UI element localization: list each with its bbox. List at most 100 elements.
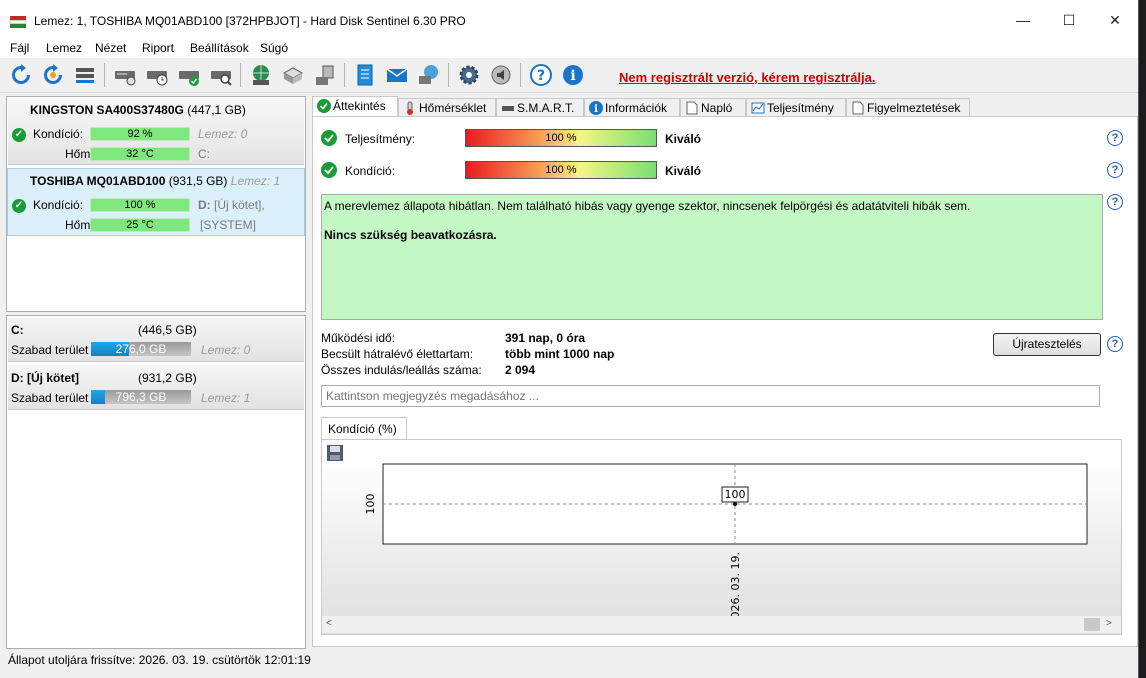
performance-ok-icon xyxy=(321,130,337,146)
network-icon[interactable] xyxy=(416,62,442,88)
toolbar-separator xyxy=(520,63,521,87)
partition-card-c[interactable]: C: (446,5 GB) Szabad terület 276,0 GB Le… xyxy=(8,317,304,362)
status-description: A merevlemez állapota hibátlan. Nem talá… xyxy=(324,199,971,213)
scroll-left-icon[interactable]: < xyxy=(326,618,332,629)
partition-letter: D: xyxy=(198,198,211,212)
disk-surface-test-icon[interactable] xyxy=(112,62,138,88)
toolbar-separator xyxy=(344,63,345,87)
x-tick-label: 2026. 03. 19. xyxy=(729,552,742,618)
tab-bar: Áttekintés Hőmérséklet S.M.A.R.T. i Info… xyxy=(312,96,1138,117)
toolbar: ? i Nem regisztrált verzió, kérem regisz… xyxy=(0,58,1138,93)
disk-schedule-icon[interactable] xyxy=(144,62,170,88)
disk-list-icon[interactable] xyxy=(72,62,98,88)
partition-name: C: xyxy=(11,323,24,337)
tab-smart[interactable]: S.M.A.R.T. xyxy=(496,98,584,116)
disk-card-toshiba[interactable]: TOSHIBA MQ01ABD100 (931,5 GB) Lemez: 1 ✓… xyxy=(7,168,305,236)
scroll-right-icon[interactable]: > xyxy=(1106,618,1112,629)
partition-list-panel: C: (446,5 GB) Szabad terület 276,0 GB Le… xyxy=(6,315,306,649)
tab-temperature[interactable]: Hőmérséklet xyxy=(398,98,496,116)
svg-text:i: i xyxy=(594,104,598,115)
status-bar: Állapot utoljára frissítve: 2026. 03. 19… xyxy=(0,650,1138,678)
close-button[interactable]: ✕ xyxy=(1092,0,1138,40)
usb-disk-icon[interactable] xyxy=(312,62,338,88)
condition-label: Kondíció: xyxy=(345,164,396,178)
condition-bar: 92 % xyxy=(90,127,190,141)
register-link[interactable]: Nem regisztrált verzió, kérem regisztrál… xyxy=(619,70,876,85)
partition-size: (446,5 GB) xyxy=(138,323,197,337)
tab-log[interactable]: Napló xyxy=(680,98,746,116)
report-icon[interactable] xyxy=(352,62,378,88)
menu-settings[interactable]: Beállítások xyxy=(190,41,249,55)
tab-label: Áttekintés xyxy=(333,99,386,113)
chart-tab-condition[interactable]: Kondíció (%) xyxy=(321,417,407,439)
partition-name: D: [Új kötet] xyxy=(11,371,79,385)
log-page-icon xyxy=(686,101,698,115)
title-bar: Lemez: 1, TOSHIBA MQ01ABD100 [372HPBJOT]… xyxy=(0,0,1138,40)
scrollbar-thumb[interactable] xyxy=(1084,618,1100,631)
menu-help[interactable]: Súgó xyxy=(260,41,288,55)
condition-bar: 100 % xyxy=(90,198,190,212)
start-stop-label: Összes indulás/leállás száma: xyxy=(321,363,482,377)
settings-gear-icon[interactable] xyxy=(456,62,482,88)
menu-file[interactable]: Fájl xyxy=(10,41,29,55)
help-icon[interactable]: ? xyxy=(1107,162,1123,178)
tab-label: Hőmérséklet xyxy=(419,101,487,115)
condition-rating: Kiváló xyxy=(665,164,702,178)
tab-label: Teljesítmény xyxy=(767,101,834,115)
menu-report[interactable]: Riport xyxy=(142,41,174,55)
free-space-bar: 276,0 GB xyxy=(91,342,191,356)
tab-performance[interactable]: Teljesítmény xyxy=(746,98,846,116)
retest-button[interactable]: Újratesztelés xyxy=(993,333,1101,356)
overview-panel: Teljesítmény: 100 % Kiváló ? Kondíció: 1… xyxy=(312,116,1138,647)
minimize-button[interactable]: — xyxy=(1000,0,1046,40)
condition-ok-icon xyxy=(321,162,337,178)
help-icon[interactable]: ? xyxy=(1107,336,1123,352)
chart-scrollbar[interactable]: < > xyxy=(322,616,1121,633)
partition-line: D: [Új kötet], xyxy=(198,198,265,212)
disk-size: (447,1 GB) xyxy=(187,103,246,117)
disk-number: Lemez: 1 xyxy=(230,174,281,188)
help-icon[interactable]: ? xyxy=(1107,130,1123,146)
partition-card-d[interactable]: D: [Új kötet] (931,2 GB) Szabad terület … xyxy=(8,365,304,410)
sound-icon[interactable] xyxy=(488,62,514,88)
tab-information[interactable]: i Információk xyxy=(584,98,680,116)
menu-bar: Fájl Lemez Nézet Riport Beállítások Súgó xyxy=(0,40,1138,58)
refresh-icon[interactable] xyxy=(8,62,34,88)
svg-text:?: ? xyxy=(537,68,545,84)
info-icon[interactable]: i xyxy=(560,62,586,88)
tab-alerts[interactable]: Figyelmeztetések xyxy=(846,98,970,116)
condition-bar: 100 % xyxy=(465,161,657,179)
note-input[interactable] xyxy=(321,385,1100,407)
email-icon[interactable] xyxy=(384,62,410,88)
performance-rating: Kiváló xyxy=(665,132,702,146)
refresh-all-icon[interactable] xyxy=(40,62,66,88)
menu-view[interactable]: Nézet xyxy=(95,41,126,55)
check-icon xyxy=(317,99,331,113)
disk-name: TOSHIBA MQ01ABD100 xyxy=(30,174,166,188)
status-action: Nincs szükség beavatkozásra. xyxy=(324,228,497,242)
disk-size: (931,5 GB) xyxy=(168,174,228,188)
external-disk-icon[interactable] xyxy=(280,62,306,88)
smart-disk-icon xyxy=(502,106,514,111)
toolbar-separator xyxy=(104,63,105,87)
free-space-bar: 796,3 GB xyxy=(91,390,191,404)
status-text-box: A merevlemez állapota hibátlan. Nem talá… xyxy=(321,194,1103,320)
temperature-bar: 32 °C xyxy=(90,147,190,161)
info-icon: i xyxy=(589,101,603,115)
help-icon[interactable]: ? xyxy=(528,62,554,88)
disk-card-kingston[interactable]: KINGSTON SA400S37480G (447,1 GB) ✓ Kondí… xyxy=(8,98,304,165)
help-icon[interactable]: ? xyxy=(1107,194,1123,210)
app-window: Lemez: 1, TOSHIBA MQ01ABD100 [372HPBJOT]… xyxy=(0,0,1139,678)
network-disk-icon[interactable] xyxy=(248,62,274,88)
maximize-button[interactable]: ☐ xyxy=(1046,0,1092,40)
toolbar-separator xyxy=(240,63,241,87)
menu-disk[interactable]: Lemez xyxy=(46,41,82,55)
tab-overview[interactable]: Áttekintés xyxy=(312,96,398,117)
disk-name: KINGSTON SA400S37480G xyxy=(30,103,184,117)
uptime-label: Működési idő: xyxy=(321,331,396,345)
disk-search-icon[interactable] xyxy=(208,62,234,88)
temperature-bar: 25 °C xyxy=(90,218,190,232)
system-label: [SYSTEM] xyxy=(200,218,257,232)
disk-check-icon[interactable] xyxy=(176,62,202,88)
alerts-page-icon xyxy=(852,101,864,115)
